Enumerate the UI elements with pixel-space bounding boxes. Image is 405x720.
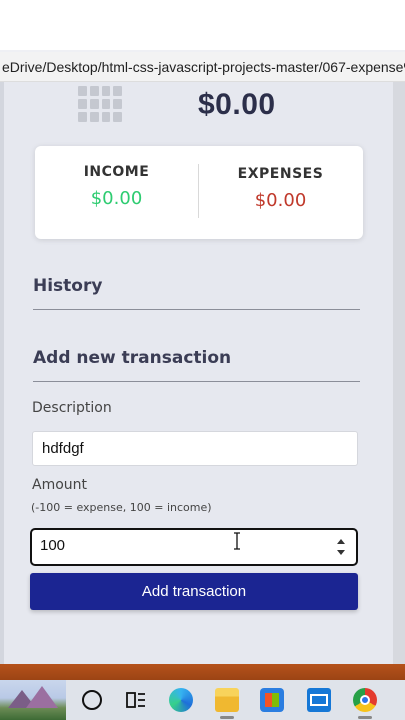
active-indicator: [220, 716, 234, 719]
income-column: INCOME $0.00: [35, 164, 198, 209]
amount-value: 100: [40, 537, 66, 554]
mail-icon[interactable]: [307, 688, 331, 712]
file-explorer-icon[interactable]: [215, 688, 239, 712]
edge-icon[interactable]: [169, 688, 193, 712]
amount-hint: (-100 = expense, 100 = income): [31, 501, 212, 514]
number-spinner-icon[interactable]: [336, 539, 346, 555]
page-left-edge: [0, 82, 4, 664]
chrome-icon[interactable]: [353, 688, 377, 712]
expense-label: EXPENSES: [237, 166, 324, 182]
address-bar[interactable]: eDrive/Desktop/html-css-javascript-proje…: [0, 52, 405, 82]
balance-value: $0.00: [198, 88, 276, 121]
add-transaction-divider: [33, 381, 360, 382]
expense-value: $0.00: [254, 190, 307, 211]
taskbar: [0, 680, 405, 720]
income-value: $0.00: [90, 188, 143, 209]
history-divider: [33, 309, 360, 310]
income-expense-card: INCOME $0.00 EXPENSES $0.00: [35, 146, 363, 239]
description-input[interactable]: hdfdgf: [32, 431, 358, 466]
add-transaction-heading: Add new transaction: [33, 348, 232, 368]
store-icon[interactable]: [260, 688, 284, 712]
active-indicator: [358, 716, 372, 719]
window-top-area: [0, 0, 405, 50]
app-logo-icon: [76, 84, 124, 124]
task-view-icon[interactable]: [124, 688, 148, 712]
start-icon[interactable]: [80, 688, 104, 712]
expense-column: EXPENSES $0.00: [199, 166, 362, 211]
income-label: INCOME: [83, 164, 150, 180]
text-cursor-icon: [234, 532, 240, 550]
desktop-background-strip: [0, 664, 405, 680]
add-transaction-button[interactable]: Add transaction: [30, 573, 358, 610]
description-label: Description: [32, 400, 112, 416]
amount-label: Amount: [32, 477, 88, 493]
screen: eDrive/Desktop/html-css-javascript-proje…: [0, 0, 405, 720]
history-heading: History: [33, 276, 103, 296]
scrollbar[interactable]: [393, 82, 405, 664]
amount-input[interactable]: 100: [30, 528, 358, 566]
wallpaper-thumbnail[interactable]: [0, 680, 66, 720]
expense-tracker-page: $0.00 INCOME $0.00 EXPENSES $0.00 Histor…: [0, 82, 405, 664]
